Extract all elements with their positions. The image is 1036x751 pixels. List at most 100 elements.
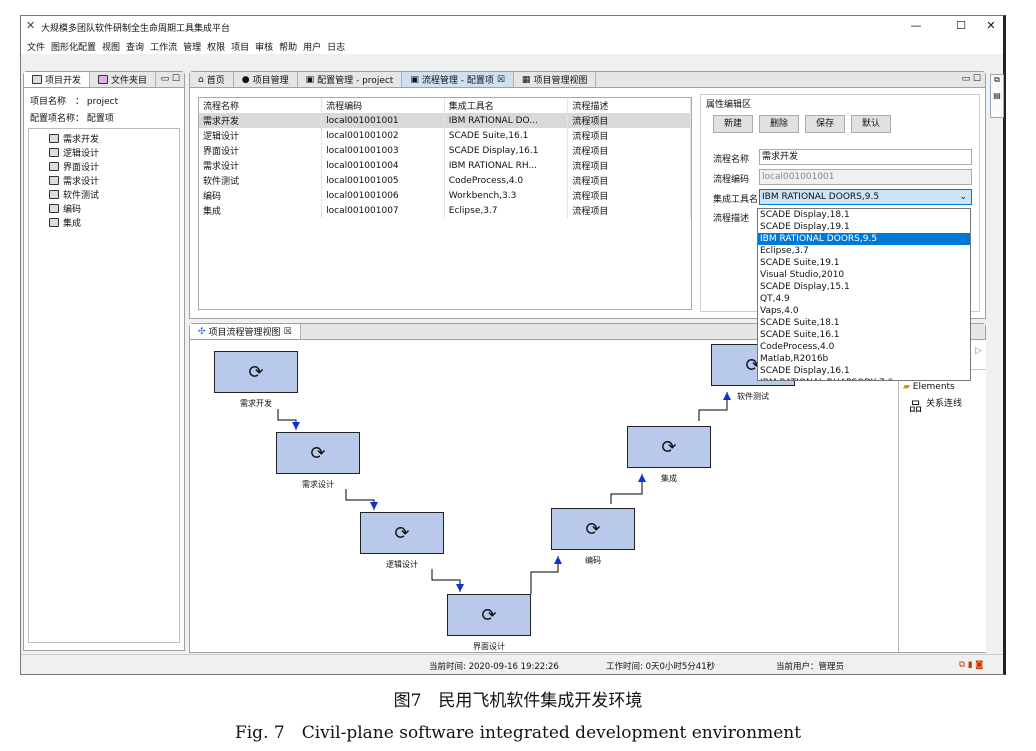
table-row[interactable]: 逻辑设计 local001001002 SCADE Suite,16.1 流程项目 [199,128,691,143]
monitor-icon [49,133,59,143]
tool-combobox[interactable]: IBM RATIONAL DOORS,9.5 ⌄ [759,189,972,205]
tab-label: 流程管理 - 配置项 [421,76,494,86]
tab-folders[interactable]: 文件夹目 [90,72,157,87]
tree-item[interactable]: 软件测试 [49,187,179,201]
editor-tab[interactable]: ⌂ 首页 [190,72,234,87]
table-cell: 流程项目 [567,203,691,218]
dropdown-option[interactable]: Vaps,4.0 [758,305,970,317]
dropdown-option[interactable]: SCADE Display,18.1 [758,209,970,221]
dropdown-option[interactable]: CodeProcess,4.0 [758,341,970,353]
menu-item[interactable]: 视图 [102,40,120,53]
user-icon: ● [241,74,250,85]
menu-item[interactable]: 项目 [231,40,249,53]
editor-tab[interactable]: ▣ 流程管理 - 配置项 ☒ [402,72,514,87]
dropdown-option[interactable]: SCADE Suite,19.1 [758,257,970,269]
column-header[interactable]: 流程描述 [567,98,691,113]
dropdown-option[interactable]: SCADE Display,15.1 [758,281,970,293]
delete-button[interactable]: 删除 [759,115,799,133]
panel-min-max-icon[interactable]: ▭ ☐ [157,72,184,87]
menu-item[interactable]: 管理 [183,40,201,53]
editor-tab[interactable]: ▣ 配置管理 - project [298,72,403,87]
dropdown-option[interactable]: Matlab,R2016b [758,353,970,365]
monitor-icon [49,189,59,199]
tab-label: 文件夹目 [111,76,148,86]
column-header[interactable]: 流程名称 [199,98,323,113]
process-node[interactable]: ⟳ [551,508,635,550]
column-header[interactable]: 流程编码 [321,98,445,113]
dropdown-option[interactable]: IBM RATIONAL DOORS,9.5 [758,233,970,245]
editor-tab[interactable]: ● 项目管理 [234,72,298,87]
table-cell: 流程项目 [567,173,691,188]
close-button[interactable]: ✕ [976,19,1006,32]
close-tab-icon[interactable]: ☒ [497,75,505,85]
menu-item[interactable]: 文件 [27,40,45,53]
restore-icon[interactable]: ⧉ [991,75,1003,85]
table-row[interactable]: 界面设计 local001001003 SCADE Display,16.1 流程项目 [199,143,691,158]
app-window: ✕ 大规模多团队软件研制全生命周期工具集成平台 — ☐ ✕ 文件 图形化配置 视图查… [20,15,1006,675]
menu-item[interactable]: 查询 [126,40,144,53]
table-cell: 流程项目 [567,158,691,173]
table-cell: 集成 [199,203,323,218]
tree-item[interactable]: 界面设计 [49,159,179,173]
new-button[interactable]: 新建 [713,115,753,133]
maximize-button[interactable]: ☐ [946,19,976,32]
column-header[interactable]: 集成工具名 [444,98,569,113]
table-cell: 软件测试 [199,173,323,188]
chevron-down-icon: ⌄ [959,192,967,202]
arrowhead [370,502,378,510]
table-row[interactable]: 需求设计 local001001004 IBM RATIONAL RH... 流程项目 [199,158,691,173]
dropdown-option[interactable]: SCADE Display,16.1 [758,365,970,377]
dropdown-option[interactable]: IBM RATIONAL RHAPSODY,7.6 [758,377,970,380]
connector-line[interactable] [277,409,297,430]
tab-label: 项目开发 [45,76,82,86]
status-icons[interactable]: ⧉ ▮ ◙ [959,660,983,670]
menu-item[interactable]: 审核 [255,40,273,53]
tree-item[interactable]: 编码 [49,201,179,215]
tab-project-dev[interactable]: 项目开发 [24,72,91,87]
name-input[interactable]: 需求开发 [759,149,972,165]
connector-line[interactable] [431,569,461,592]
menu-item[interactable]: 用户 [303,40,321,53]
tree-item[interactable]: 逻辑设计 [49,145,179,159]
dropdown-option[interactable]: Visual Studio,2010 [758,269,970,281]
process-node[interactable]: ⟳ [360,512,444,554]
connector-line[interactable] [345,489,375,510]
dropdown-option[interactable]: SCADE Display,19.1 [758,221,970,233]
process-node[interactable]: ⟳ [447,594,531,636]
minimize-button[interactable]: — [901,19,931,32]
palette-item-relation[interactable]: 品关系连线 [899,392,986,415]
palette-group[interactable]: ▰ Elements [899,382,986,392]
menu-item[interactable]: 工作流 [150,40,177,53]
default-button[interactable]: 默认 [851,115,891,133]
menu-item[interactable]: 日志 [327,40,345,53]
tree-item[interactable]: 集成 [49,215,179,229]
table-row[interactable]: 集成 local001001007 Eclipse,3.7 流程项目 [199,203,691,218]
view-icon[interactable]: ▤ [991,91,1003,100]
process-node[interactable]: ⟳ [276,432,360,474]
dropdown-option[interactable]: SCADE Suite,18.1 [758,317,970,329]
editor-tab[interactable]: ▦ 项目管理视图 [514,72,597,87]
dropdown-option[interactable]: Eclipse,3.7 [758,245,970,257]
table-cell: CodeProcess,4.0 [444,173,569,188]
refresh-icon: ⟳ [248,361,264,383]
editor-min-max-icon[interactable]: ▭ ☐ [958,72,985,87]
table-row[interactable]: 编码 local001001006 Workbench,3.3 流程项目 [199,188,691,203]
tree-item[interactable]: 需求设计 [49,173,179,187]
tree-item[interactable]: 需求开发 [49,131,179,145]
menu-item[interactable]: 图形化配置 [51,40,96,53]
process-node[interactable]: ⟳ [214,351,298,393]
editor-tabs: ⌂ 首页 ● 项目管理 ▣ 配置管理 - project ▣ 流程管理 - 配置项 ☒ ▦ 项目管理… [190,72,985,88]
tool-label: 集成工具名 [713,195,759,205]
table-cell: 界面设计 [199,143,323,158]
name-label: 流程名称 [713,155,750,165]
config-label: 配置项名称： [30,114,85,124]
menu-item[interactable]: 帮助 [279,40,297,53]
table-row[interactable]: 需求开发 local001001001 IBM RATIONAL DO... 流程项目 [199,113,691,128]
process-node[interactable]: ⟳ [627,426,711,468]
dropdown-option[interactable]: SCADE Suite,16.1 [758,329,970,341]
save-button[interactable]: 保存 [805,115,845,133]
dropdown-option[interactable]: QT,4.9 [758,293,970,305]
menu-item[interactable]: 权限 [207,40,225,53]
table-row[interactable]: 软件测试 local001001005 CodeProcess,4.0 流程项目 [199,173,691,188]
refresh-icon: ⟳ [481,604,497,626]
